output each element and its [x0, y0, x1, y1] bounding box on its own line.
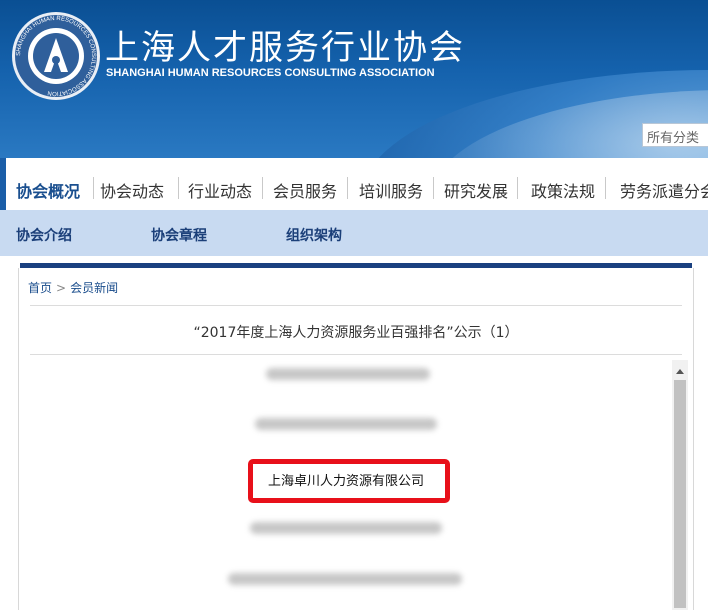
breadcrumb: 首页 > 会员新闻 — [28, 279, 118, 296]
scroll-up-arrow-icon[interactable] — [672, 364, 688, 378]
nav-divider — [605, 177, 606, 199]
divider — [30, 354, 682, 355]
nav-item-about[interactable]: 协会概况 — [16, 178, 80, 202]
category-select[interactable]: 所有分类 — [642, 123, 708, 147]
breadcrumb-home-link[interactable]: 首页 — [28, 281, 52, 295]
nav-item-policy[interactable]: 政策法规 — [531, 178, 595, 202]
subnav-item-introduction[interactable]: 协会介绍 — [16, 225, 72, 245]
blurred-company-name — [266, 368, 430, 380]
nav-divider — [347, 177, 348, 199]
blurred-company-name — [255, 418, 437, 430]
nav-item-member-services[interactable]: 会员服务 — [273, 178, 337, 202]
article-title: “2017年度上海人力资源服务业百强排名”公示（1） — [193, 325, 519, 341]
sub-nav: 协会介绍 协会章程 组织架构 — [0, 210, 708, 256]
site-header: SHANGHAI HUMAN RESOURCES CONSULTING ASSO… — [0, 0, 708, 158]
nav-item-labor-dispatch[interactable]: 劳务派遣分会 — [620, 178, 708, 202]
site-subtitle: SHANGHAI HUMAN RESOURCES CONSULTING ASSO… — [106, 67, 435, 79]
main-nav: 协会概况 协会动态 行业动态 会员服务 培训服务 研究发展 政策法规 劳务派遣分… — [0, 158, 708, 210]
nav-divider — [517, 177, 518, 199]
subnav-item-charter[interactable]: 协会章程 — [151, 225, 207, 245]
blurred-company-name — [250, 522, 442, 534]
document-scrollbar[interactable] — [672, 360, 688, 610]
breadcrumb-separator: > — [56, 281, 67, 295]
highlighted-company-name: 上海卓川人力资源有限公司 — [268, 474, 425, 489]
nav-item-association-news[interactable]: 协会动态 — [100, 178, 164, 202]
nav-divider — [93, 177, 94, 199]
nav-item-training[interactable]: 培训服务 — [359, 178, 423, 202]
nav-divider — [178, 177, 179, 199]
breadcrumb-current-link[interactable]: 会员新闻 — [70, 281, 118, 295]
site-title: 上海人才服务行业协会 — [105, 28, 465, 68]
nav-divider — [262, 177, 263, 199]
association-logo-icon[interactable]: SHANGHAI HUMAN RESOURCES CONSULTING ASSO… — [10, 10, 102, 102]
scroll-thumb[interactable] — [674, 380, 686, 608]
subnav-item-structure[interactable]: 组织架构 — [286, 225, 342, 245]
nav-item-industry-news[interactable]: 行业动态 — [188, 178, 252, 202]
nav-item-research[interactable]: 研究发展 — [444, 178, 508, 202]
nav-divider — [433, 177, 434, 199]
blurred-company-name — [228, 573, 462, 585]
divider — [30, 305, 682, 306]
